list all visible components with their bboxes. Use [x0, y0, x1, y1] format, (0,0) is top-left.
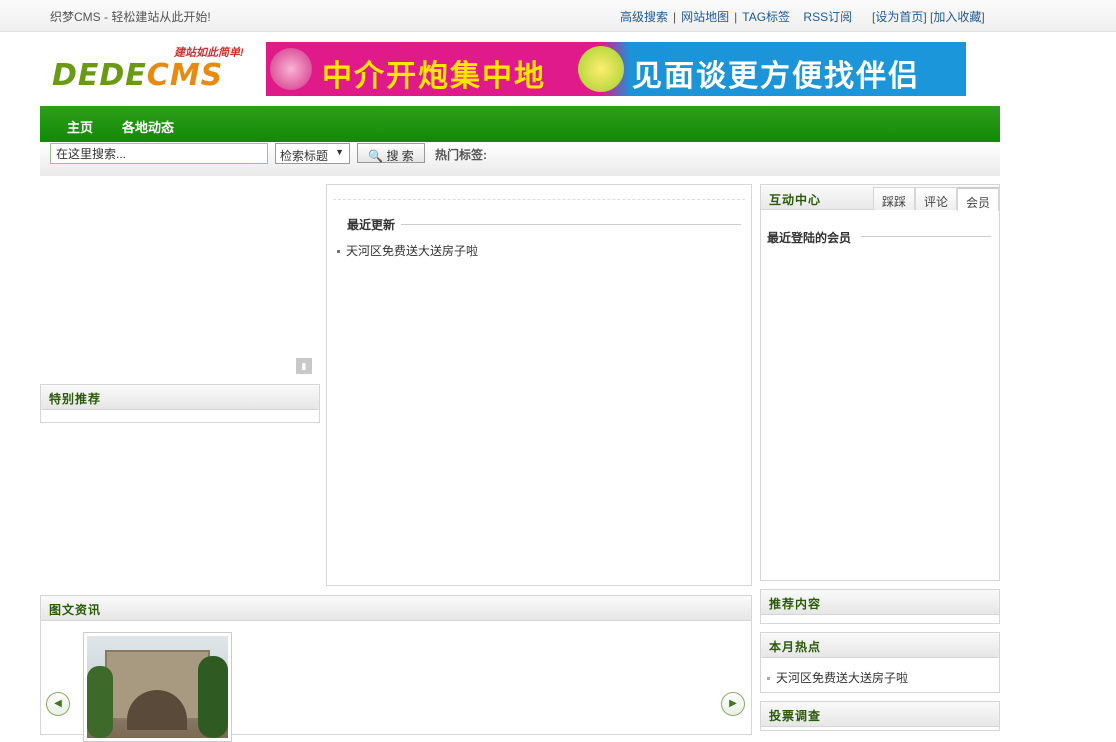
special-recommend-box: 特别推荐 — [40, 384, 320, 423]
main-nav: 主页 各地动态 — [40, 106, 1000, 142]
interactive-center: 互动中心 踩踩 评论 会员 最近登陆的会员 — [760, 184, 1000, 581]
recent-members-title: 最近登陆的会员 — [767, 229, 858, 246]
interactive-title: 互动中心 — [769, 193, 822, 207]
bullet-icon — [337, 250, 340, 254]
top-bar: 织梦CMS - 轻松建站从此开始! 高级搜索 | 网站地图 | TAG标签 RSS订阅 … — [0, 0, 1116, 32]
add-favorite-link[interactable]: 加入收藏 — [933, 10, 981, 24]
monthly-hot-box: 本月热点 天河区免费送大送房子啦 — [760, 632, 1000, 693]
vote-box: 投票调查 — [760, 701, 1000, 731]
tab-dig[interactable]: 踩踩 — [873, 187, 915, 210]
search-icon: 🔍 — [368, 149, 384, 163]
slideshow: ▮ — [40, 184, 320, 376]
site-slogan: 织梦CMS - 轻松建站从此开始! — [50, 10, 211, 24]
banner-text-left: 中介开炮集中地 — [322, 60, 546, 93]
divider — [347, 224, 741, 225]
divider — [861, 236, 991, 237]
tab-members[interactable]: 会员 — [957, 187, 999, 211]
site-logo[interactable]: 建站如此简单! DEDECMS — [50, 44, 264, 96]
heart-icon — [578, 46, 624, 92]
next-arrow-icon[interactable]: ▶ — [721, 692, 745, 716]
banner-text-right: 见面谈更方便找伴侣 — [632, 60, 920, 93]
slide-indicator-button[interactable]: ▮ — [296, 358, 312, 374]
home-fav-links: [设为首页] [加入收藏] — [872, 10, 985, 24]
rss-link[interactable]: RSS订阅 — [803, 10, 852, 24]
search-type-select[interactable]: 检索标题 ▼ — [275, 143, 350, 164]
gate-image — [87, 636, 228, 738]
list-item[interactable]: 天河区免费送大送房子啦 — [767, 669, 908, 686]
heart-icon — [270, 48, 312, 90]
set-home-link[interactable]: 设为首页 — [875, 10, 923, 24]
search-bar: 检索标题▼ 🔍 搜 索 热门标签: — [40, 142, 1000, 176]
latest-updates-title: 最近更新 — [337, 216, 402, 233]
interactive-header: 互动中心 踩踩 评论 会员 — [761, 185, 999, 211]
vote-title: 投票调查 — [761, 702, 999, 727]
center-content: 最近更新 天河区免费送大送房子啦 — [326, 184, 752, 586]
monthly-hot-title: 本月热点 — [761, 633, 999, 658]
logo-text: DEDECMS — [52, 58, 224, 93]
special-recommend-title: 特别推荐 — [41, 385, 319, 410]
prev-arrow-icon[interactable]: ◀ — [46, 692, 70, 716]
news-photo[interactable] — [83, 632, 232, 742]
search-button[interactable]: 🔍 搜 索 — [357, 143, 425, 163]
hot-tags-label: 热门标签: — [435, 148, 487, 162]
advanced-search-link[interactable]: 高级搜索 — [620, 10, 668, 24]
nav-item-home[interactable]: 主页 — [67, 117, 93, 136]
list-item[interactable]: 天河区免费送大送房子啦 — [337, 242, 478, 259]
nav-item-local-news[interactable]: 各地动态 — [122, 117, 174, 136]
bullet-icon — [767, 677, 770, 681]
divider — [333, 199, 745, 200]
picture-news-box: 图文资讯 ◀ ▶ — [40, 595, 752, 742]
picture-news-title: 图文资讯 — [41, 596, 751, 621]
sitemap-link[interactable]: 网站地图 — [681, 10, 729, 24]
tab-comments[interactable]: 评论 — [915, 187, 957, 210]
dropdown-arrow-icon: ▼ — [335, 147, 344, 157]
search-input[interactable] — [50, 143, 268, 164]
tag-link[interactable]: TAG标签 — [742, 10, 790, 24]
recommend-box: 推荐内容 — [760, 589, 1000, 624]
ad-banner[interactable]: 中介开炮集中地 见面谈更方便找伴侣 — [266, 42, 966, 96]
recommend-title: 推荐内容 — [761, 590, 999, 615]
top-links: 高级搜索 | 网站地图 | TAG标签 RSS订阅 — [620, 10, 853, 24]
